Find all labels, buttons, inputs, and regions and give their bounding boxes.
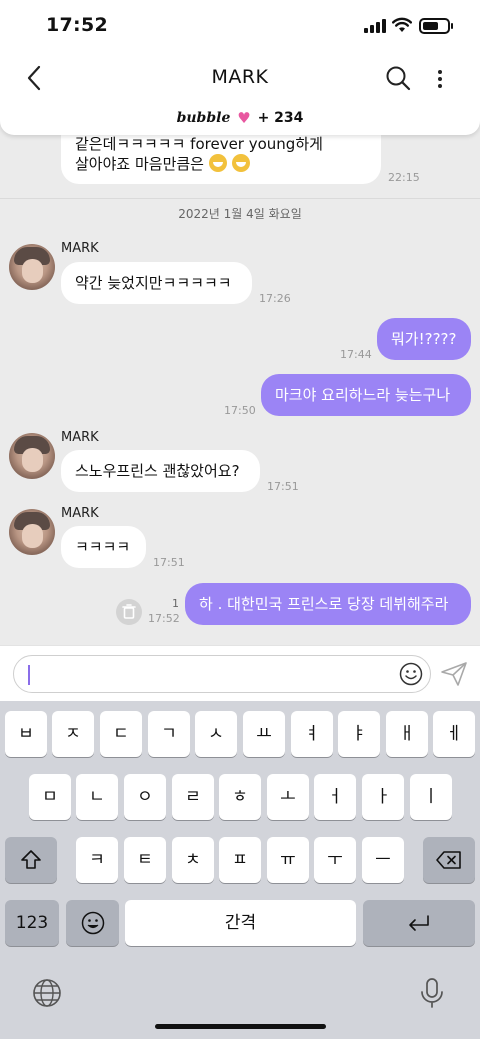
outgoing-message[interactable]: 뭐가!???? [377,318,471,360]
message-text: 뭐가!???? [391,330,457,348]
grinning-emoji-icon [231,154,250,172]
numbers-key[interactable]: 123 [5,900,59,946]
outgoing-message[interactable]: 하 . 대한민국 프린스로 당장 데뷔해주라 [185,583,471,625]
key[interactable]: ㄷ [100,711,142,757]
keyboard: ㅂ ㅈ ㄷ ㄱ ㅅ ㅛ ㅕ ㅑ ㅐ ㅔ ㅁ ㄴ ㅇ ㄹ ㅎ ㅗ ㅓ ㅏ ㅣ ㅋ … [0,701,480,1039]
sender-name: MARK [61,430,99,445]
return-key[interactable] [363,900,475,946]
key[interactable]: ㅅ [195,711,237,757]
search-icon[interactable] [385,65,411,91]
message-text-line2: 살아야죠 마음만큼은 [75,154,367,174]
key[interactable]: ㄱ [148,711,190,757]
message-time: 17:51 [153,556,185,569]
heart-icon: ♥ [237,109,251,127]
incoming-message[interactable]: ㅋㅋㅋㅋ [61,526,146,568]
key[interactable]: ㅊ [172,837,214,883]
message-text: 하 . 대한민국 프린스로 당장 데뷔해주라 [199,595,449,613]
key[interactable]: ㅓ [314,774,356,820]
bubble-brand: bubble [176,110,231,126]
key[interactable]: ㄴ [76,774,118,820]
shift-key[interactable] [5,837,57,883]
unread-count: 1 [172,597,179,610]
key[interactable]: ㅍ [219,837,261,883]
emoji-keyboard-key[interactable] [66,900,119,946]
battery-icon [419,18,453,34]
key[interactable]: ㅗ [267,774,309,820]
message-time: 17:50 [224,404,256,417]
message-time: 17:52 [148,612,180,625]
key[interactable]: ㅣ [410,774,452,820]
home-indicator [155,1024,326,1029]
wifi-icon [392,17,412,32]
message-text: 마크야 요리하느라 늦는구나 [275,386,451,404]
message-time: 17:51 [267,480,299,493]
return-icon [409,915,429,931]
key[interactable]: ㅠ [267,837,309,883]
emoji-icon[interactable] [399,662,423,686]
message-text: ㅋㅋㅋㅋ [75,538,131,556]
incoming-message[interactable]: 스노우프린스 괜찮았어요? [61,450,260,492]
message-time: 17:26 [259,292,291,305]
key[interactable]: ㅎ [219,774,261,820]
avatar[interactable] [9,509,55,555]
outgoing-message[interactable]: 마크야 요리하느라 늦는구나 [261,374,471,416]
message-time: 22:15 [388,171,420,184]
divider [0,198,480,199]
chat-header: MARK [0,54,480,102]
microphone-icon[interactable] [419,977,445,1009]
status-time: 17:52 [46,14,108,36]
key[interactable]: ㅕ [291,711,333,757]
key[interactable]: ㅁ [29,774,71,820]
delete-icon[interactable] [116,599,142,625]
backspace-icon [436,851,461,869]
status-bar: 17:52 [0,0,480,54]
key[interactable]: ㄹ [172,774,214,820]
key[interactable]: ㅋ [76,837,118,883]
bubble-count: + 234 [257,110,304,126]
avatar[interactable] [9,433,55,479]
message-time: 17:44 [340,348,372,361]
key[interactable]: ㅜ [314,837,356,883]
key[interactable]: ㅇ [124,774,166,820]
backspace-key[interactable] [423,837,475,883]
message-text: 약간 늦었지만ㅋㅋㅋㅋㅋ [75,274,232,292]
message-text: 스노우프린스 괜찮았어요? [75,462,240,480]
message-input[interactable] [13,655,431,693]
avatar[interactable] [9,244,55,290]
message-text: 같은데ㅋㅋㅋㅋㅋ forever young하게 [75,135,323,153]
key[interactable]: ㅈ [52,711,94,757]
bubble-banner[interactable]: bubble ♥ + 234 [0,102,480,135]
date-separator: 2022년 1월 4일 화요일 [178,207,302,221]
input-bar [0,645,480,701]
shift-icon [21,850,41,869]
globe-icon[interactable] [32,978,62,1008]
key[interactable]: ㅔ [433,711,475,757]
key[interactable]: ㅛ [243,711,285,757]
chat-area[interactable]: bubble ♥ + 234 같은데ㅋㅋㅋㅋㅋ forever young하게 … [0,102,480,645]
space-key[interactable]: 간격 [125,900,356,946]
key[interactable]: ㅑ [338,711,380,757]
text-caret [28,665,30,685]
more-options-icon[interactable] [430,67,450,91]
grinning-emoji-icon [208,154,227,172]
key[interactable]: ㅂ [5,711,47,757]
cellular-signal-icon [364,19,386,33]
incoming-message[interactable]: 약간 늦었지만ㅋㅋㅋㅋㅋ [61,262,252,304]
sender-name: MARK [61,506,99,521]
sender-name: MARK [61,241,99,256]
key[interactable]: ㅐ [386,711,428,757]
emoji-icon [81,911,104,935]
key[interactable]: ㅡ [362,837,404,883]
key[interactable]: ㅌ [124,837,166,883]
send-icon[interactable] [440,661,468,687]
key[interactable]: ㅏ [362,774,404,820]
